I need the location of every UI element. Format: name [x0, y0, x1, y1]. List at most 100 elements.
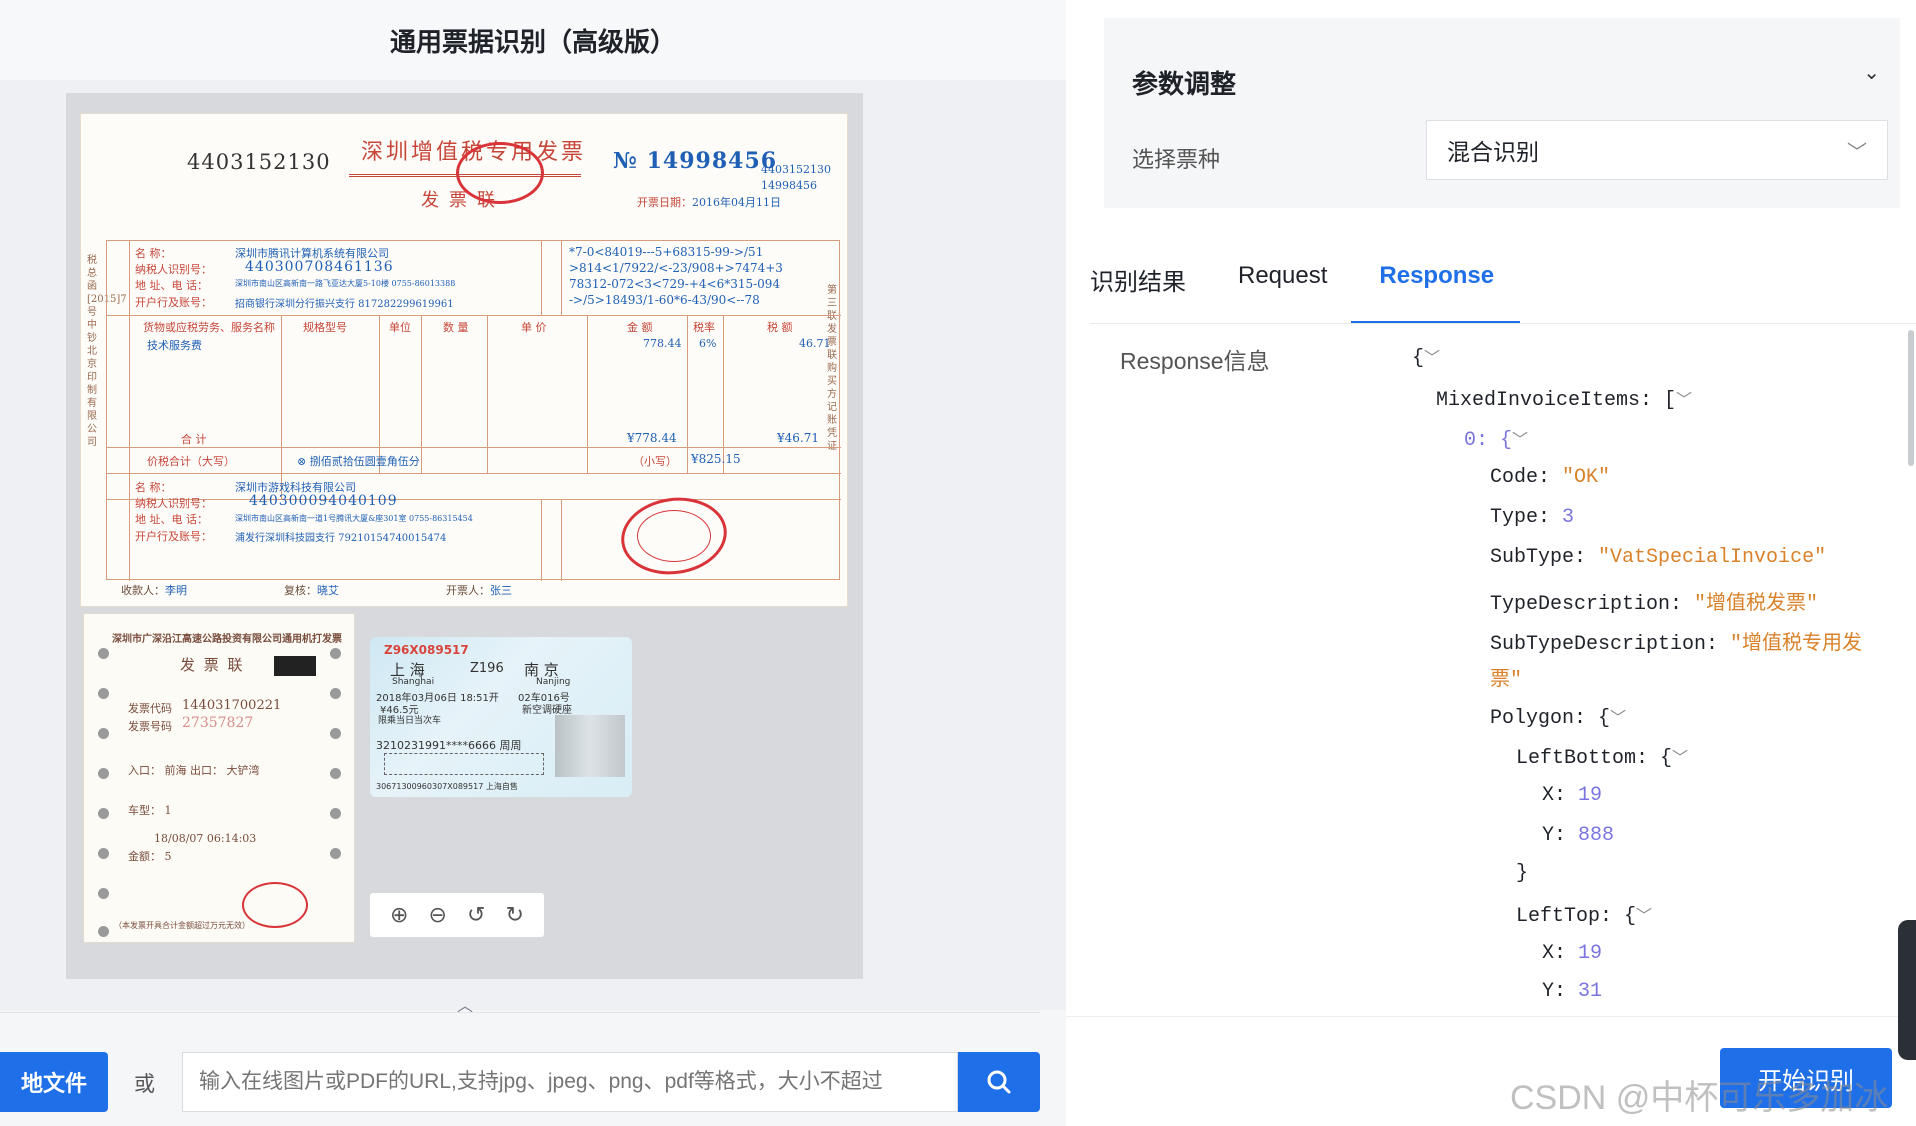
sum-label: 合 计 [181, 433, 207, 446]
rotate-right-icon[interactable]: ↻ [506, 904, 524, 926]
json-key: Type: [1490, 506, 1563, 529]
seller-tax-label: 纳税人识别号： [135, 497, 212, 510]
photo-blur [555, 715, 625, 777]
date-value: 2016年04月11日 [692, 196, 781, 209]
no-label: № [613, 148, 638, 174]
punch-hole [98, 888, 109, 899]
grid-line [379, 315, 380, 473]
train-ticket-image: Z96X089517 上 海 Z196 南 京 Shanghai Nanjing… [370, 637, 632, 797]
json-value: 19 [1578, 942, 1603, 965]
item-tax: 46.71 [799, 337, 831, 350]
grid-line [107, 315, 841, 316]
chevron-down-icon[interactable]: ﹀ [1672, 750, 1688, 768]
upload-local-file-button[interactable]: 地文件 [0, 1052, 108, 1112]
item-name: 技术服务费 [147, 339, 202, 352]
invoice-signers: 收款人：李明 复核：晓艾 开票人：张三 [121, 582, 512, 598]
json-value: "增值税专用发 [1730, 633, 1863, 656]
json-key: LeftBottom: { [1516, 747, 1673, 770]
chevron-down-icon[interactable]: ﹀ [1610, 710, 1626, 728]
no-small-2: 14998456 [761, 179, 817, 192]
amount-value: 5 [164, 850, 172, 863]
grid-line [723, 315, 724, 473]
item-rate: 6% [699, 337, 717, 350]
seller-bank: 浦发行深圳科技园支行 79210154740015474 [235, 533, 447, 544]
floating-widget[interactable] [1898, 920, 1916, 1060]
toll-amount: 金额： 5 [128, 848, 172, 864]
vat-invoice-image: 4403152130 深圳增值税专用发票 发票联 № 14998456 4403… [80, 113, 848, 607]
chevron-down-icon[interactable]: ﹀ [1676, 392, 1692, 410]
ticket-box [384, 753, 544, 775]
seller-name-label: 名 称： [135, 481, 172, 494]
ticket-bottom: 30671300960307X089517 上海自售 [376, 782, 518, 791]
json-line: TypeDescription: "增值税发票" [1490, 586, 1818, 616]
grid-line [561, 499, 562, 581]
seller-addr-label: 地 址、电 话： [135, 513, 208, 526]
zoom-in-icon[interactable]: ⊕ [390, 904, 408, 926]
col-spec: 规格型号 [303, 321, 347, 334]
toll-seal [242, 882, 308, 928]
punch-hole [98, 848, 109, 859]
search-button[interactable] [958, 1052, 1040, 1112]
col-rate: 税率 [693, 321, 715, 334]
zoom-toolbar: ⊕ ⊖ ↺ ↻ [370, 893, 544, 937]
grid-line [129, 241, 130, 581]
chevron-down-icon[interactable]: ﹀ [1512, 432, 1528, 450]
buyer-addr: 深圳市南山区高新南一路飞亚达大厦5-10楼 0755-86013388 [235, 279, 456, 288]
punch-hole [330, 848, 341, 859]
grid-line [541, 241, 542, 315]
image-canvas[interactable]: 4403152130 深圳增值税专用发票 发票联 № 14998456 4403… [66, 93, 863, 979]
rotate-left-icon[interactable]: ↺ [467, 904, 485, 926]
exit-value: 大铲湾 [226, 764, 260, 777]
grid-line [107, 447, 841, 448]
page-title: 通用票据识别（高级版） [0, 0, 1066, 80]
toll-code-label: 发票代码 [128, 702, 172, 715]
url-input[interactable] [182, 1052, 958, 1112]
json-line: 0: {﹀ [1464, 426, 1528, 452]
json-line: SubType: "VatSpecialInvoice" [1490, 546, 1826, 569]
sum-amount: ¥778.44 [627, 431, 677, 445]
punch-hole [98, 728, 109, 739]
json-key: TypeDescription: [1490, 593, 1695, 616]
col-qty: 数 量 [443, 321, 469, 334]
payee: 李明 [165, 584, 187, 597]
toll-car: 车型： 1 [128, 802, 172, 818]
punch-hole [330, 688, 341, 699]
punch-hole [330, 648, 341, 659]
col-item: 货物或应税劳务、服务名称 [143, 321, 275, 334]
seller-addr: 深圳市南山区高新南一道1号腾讯大厦&座301室 0755-86315454 [235, 514, 473, 523]
no-small-1: 4403152130 [761, 163, 831, 176]
buyer-bank: 招商银行深圳分行振兴支行 817282299619961 [235, 299, 454, 310]
json-key: Code: [1490, 466, 1563, 489]
cipher-line: ->/5>18493/1-60*6-43/90<--78 [569, 293, 760, 307]
divider [0, 1012, 1040, 1013]
json-key: MixedInvoiceItems: [ [1436, 389, 1677, 412]
invoice-number: № 14998456 [613, 148, 777, 174]
invoice-number-small: 4403152130 14998456 [761, 162, 831, 194]
zoom-out-icon[interactable]: ⊖ [429, 904, 447, 926]
drawer-label: 开票人： [446, 584, 490, 597]
col-amount: 金 额 [627, 321, 653, 334]
invoice-grid: 名 称： 深圳市腾讯计算机系统有限公司 纳税人识别号： 440300708461… [106, 240, 841, 581]
json-key: Polygon: { [1490, 707, 1611, 730]
json-line: MixedInvoiceItems: [﹀ [1436, 386, 1692, 412]
punch-hole [330, 768, 341, 779]
chevron-down-icon[interactable]: ﹀ [1424, 350, 1440, 368]
chevron-down-icon[interactable]: ﹀ [1636, 908, 1652, 926]
grid-line [107, 473, 841, 474]
json-line: {﹀ [1412, 344, 1440, 370]
json-key: X: [1542, 784, 1579, 807]
punch-hole [98, 768, 109, 779]
tax-seal [456, 142, 544, 204]
toll-footer: （本发票开具合计金额超过万元无效） [114, 921, 250, 930]
json-scrollbar[interactable] [1908, 330, 1914, 466]
col-tax: 税 额 [767, 321, 793, 334]
json-key: Y: [1542, 980, 1579, 1003]
car-value: 1 [164, 804, 172, 817]
punch-hole [98, 808, 109, 819]
amount-label: 金额： [128, 850, 161, 863]
seller-tax: 440300094040109 [249, 493, 398, 509]
divider [1066, 1016, 1916, 1017]
buyer-name-label: 名 称： [135, 247, 172, 260]
grid-line [281, 315, 282, 473]
grid-line [107, 499, 841, 500]
